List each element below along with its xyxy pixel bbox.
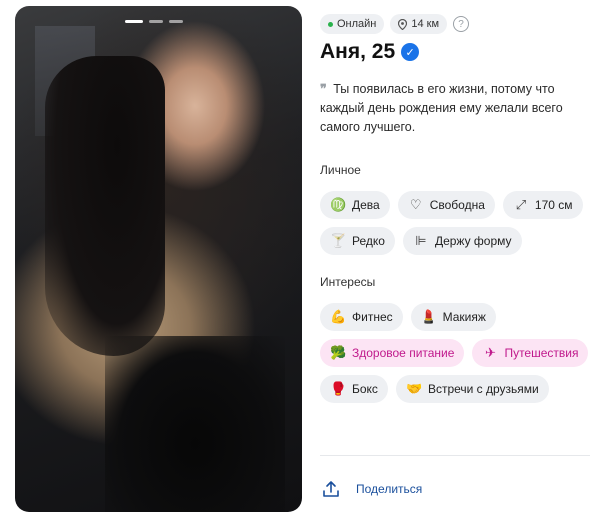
- photo-hair: [45, 56, 165, 356]
- profile-name: Аня, 25: [320, 40, 396, 63]
- personal-section-title: Личное: [320, 163, 361, 177]
- status-row: Онлайн 14 км ?: [320, 14, 470, 34]
- quote-mark-icon: ❞: [320, 82, 327, 96]
- chip-label: Макияж: [442, 310, 486, 324]
- quote-text: Ты появилась в его жизни, потому что каж…: [320, 82, 563, 134]
- online-dot-icon: [328, 21, 333, 27]
- profile-quote: ❞ Ты появилась в его жизни, потому что к…: [320, 80, 592, 137]
- verified-check-icon: ✓: [401, 43, 420, 61]
- photo-progress-segment[interactable]: [149, 20, 163, 23]
- photo-progress: [125, 20, 183, 23]
- chip-label: 170 см: [534, 198, 573, 212]
- chip-travel[interactable]: ✈ Путешествия: [472, 339, 589, 367]
- chip-label: Бокс: [352, 382, 378, 396]
- distance-label: 14 км: [411, 18, 440, 30]
- chip-zodiac[interactable]: ♍ Дева: [320, 191, 390, 219]
- chip-label: Держу форму: [434, 234, 512, 248]
- chip-height[interactable]: ⤢ 170 см: [502, 191, 583, 219]
- broccoli-icon: 🥦: [330, 345, 347, 360]
- heart-icon: ♡: [409, 197, 422, 212]
- height-icon: ⤢: [515, 197, 527, 212]
- chip-label: Путешествия: [504, 346, 579, 360]
- personal-chips: ♍ Дева ♡ Свободна ⤢ 170 см 🍸 Редко ⊫ Дер…: [320, 191, 590, 255]
- interests-section-title: Интересы: [320, 275, 376, 289]
- chip-fitness[interactable]: 💪 Фитнес: [320, 303, 403, 331]
- glass-icon: 🍸: [330, 233, 347, 248]
- virgo-icon: ♍: [330, 197, 347, 212]
- profile-photo[interactable]: [15, 6, 302, 512]
- chip-label: Фитнес: [352, 310, 393, 324]
- chip-label: Здоровое питание: [352, 346, 455, 360]
- chip-makeup[interactable]: 💄 Макияж: [410, 303, 496, 331]
- chip-relationship[interactable]: ♡ Свободна: [397, 191, 495, 219]
- photo-progress-segment[interactable]: [169, 20, 183, 23]
- dumbbell-icon: ⊫: [415, 233, 427, 248]
- chip-boxing[interactable]: 🥊 Бокс: [320, 375, 388, 403]
- share-label: Поделиться: [356, 482, 423, 496]
- divider: [320, 455, 590, 456]
- chip-meet-friends[interactable]: 🤝 Встречи с друзьями: [395, 375, 549, 403]
- online-badge: Онлайн: [320, 14, 385, 34]
- help-icon[interactable]: ?: [453, 16, 470, 32]
- share-icon: [320, 478, 342, 500]
- share-button[interactable]: Поделиться: [320, 478, 422, 500]
- online-label: Онлайн: [337, 18, 377, 30]
- boxing-glove-icon: 🥊: [330, 381, 347, 396]
- photo-legs: [105, 336, 285, 512]
- name-row: Аня, 25 ✓: [320, 40, 420, 64]
- distance-badge: 14 км: [390, 14, 448, 34]
- chip-label: Встречи с друзьями: [427, 382, 539, 396]
- airplane-icon: ✈: [484, 345, 496, 360]
- photo-progress-segment[interactable]: [125, 20, 143, 23]
- chip-label: Редко: [352, 234, 385, 248]
- chip-label: Дева: [352, 198, 380, 212]
- chip-sport[interactable]: ⊫ Держу форму: [402, 227, 522, 255]
- lipstick-icon: 💄: [420, 309, 437, 324]
- handshake-icon: 🤝: [405, 381, 423, 396]
- interest-chips: 💪 Фитнес 💄 Макияж 🥦 Здоровое питание ✈ П…: [320, 303, 590, 403]
- location-pin-icon: [398, 18, 408, 30]
- chip-healthy-food[interactable]: 🥦 Здоровое питание: [320, 339, 465, 367]
- chip-label: Свободна: [429, 198, 485, 212]
- muscle-icon: 💪: [330, 309, 347, 324]
- chip-alcohol[interactable]: 🍸 Редко: [320, 227, 395, 255]
